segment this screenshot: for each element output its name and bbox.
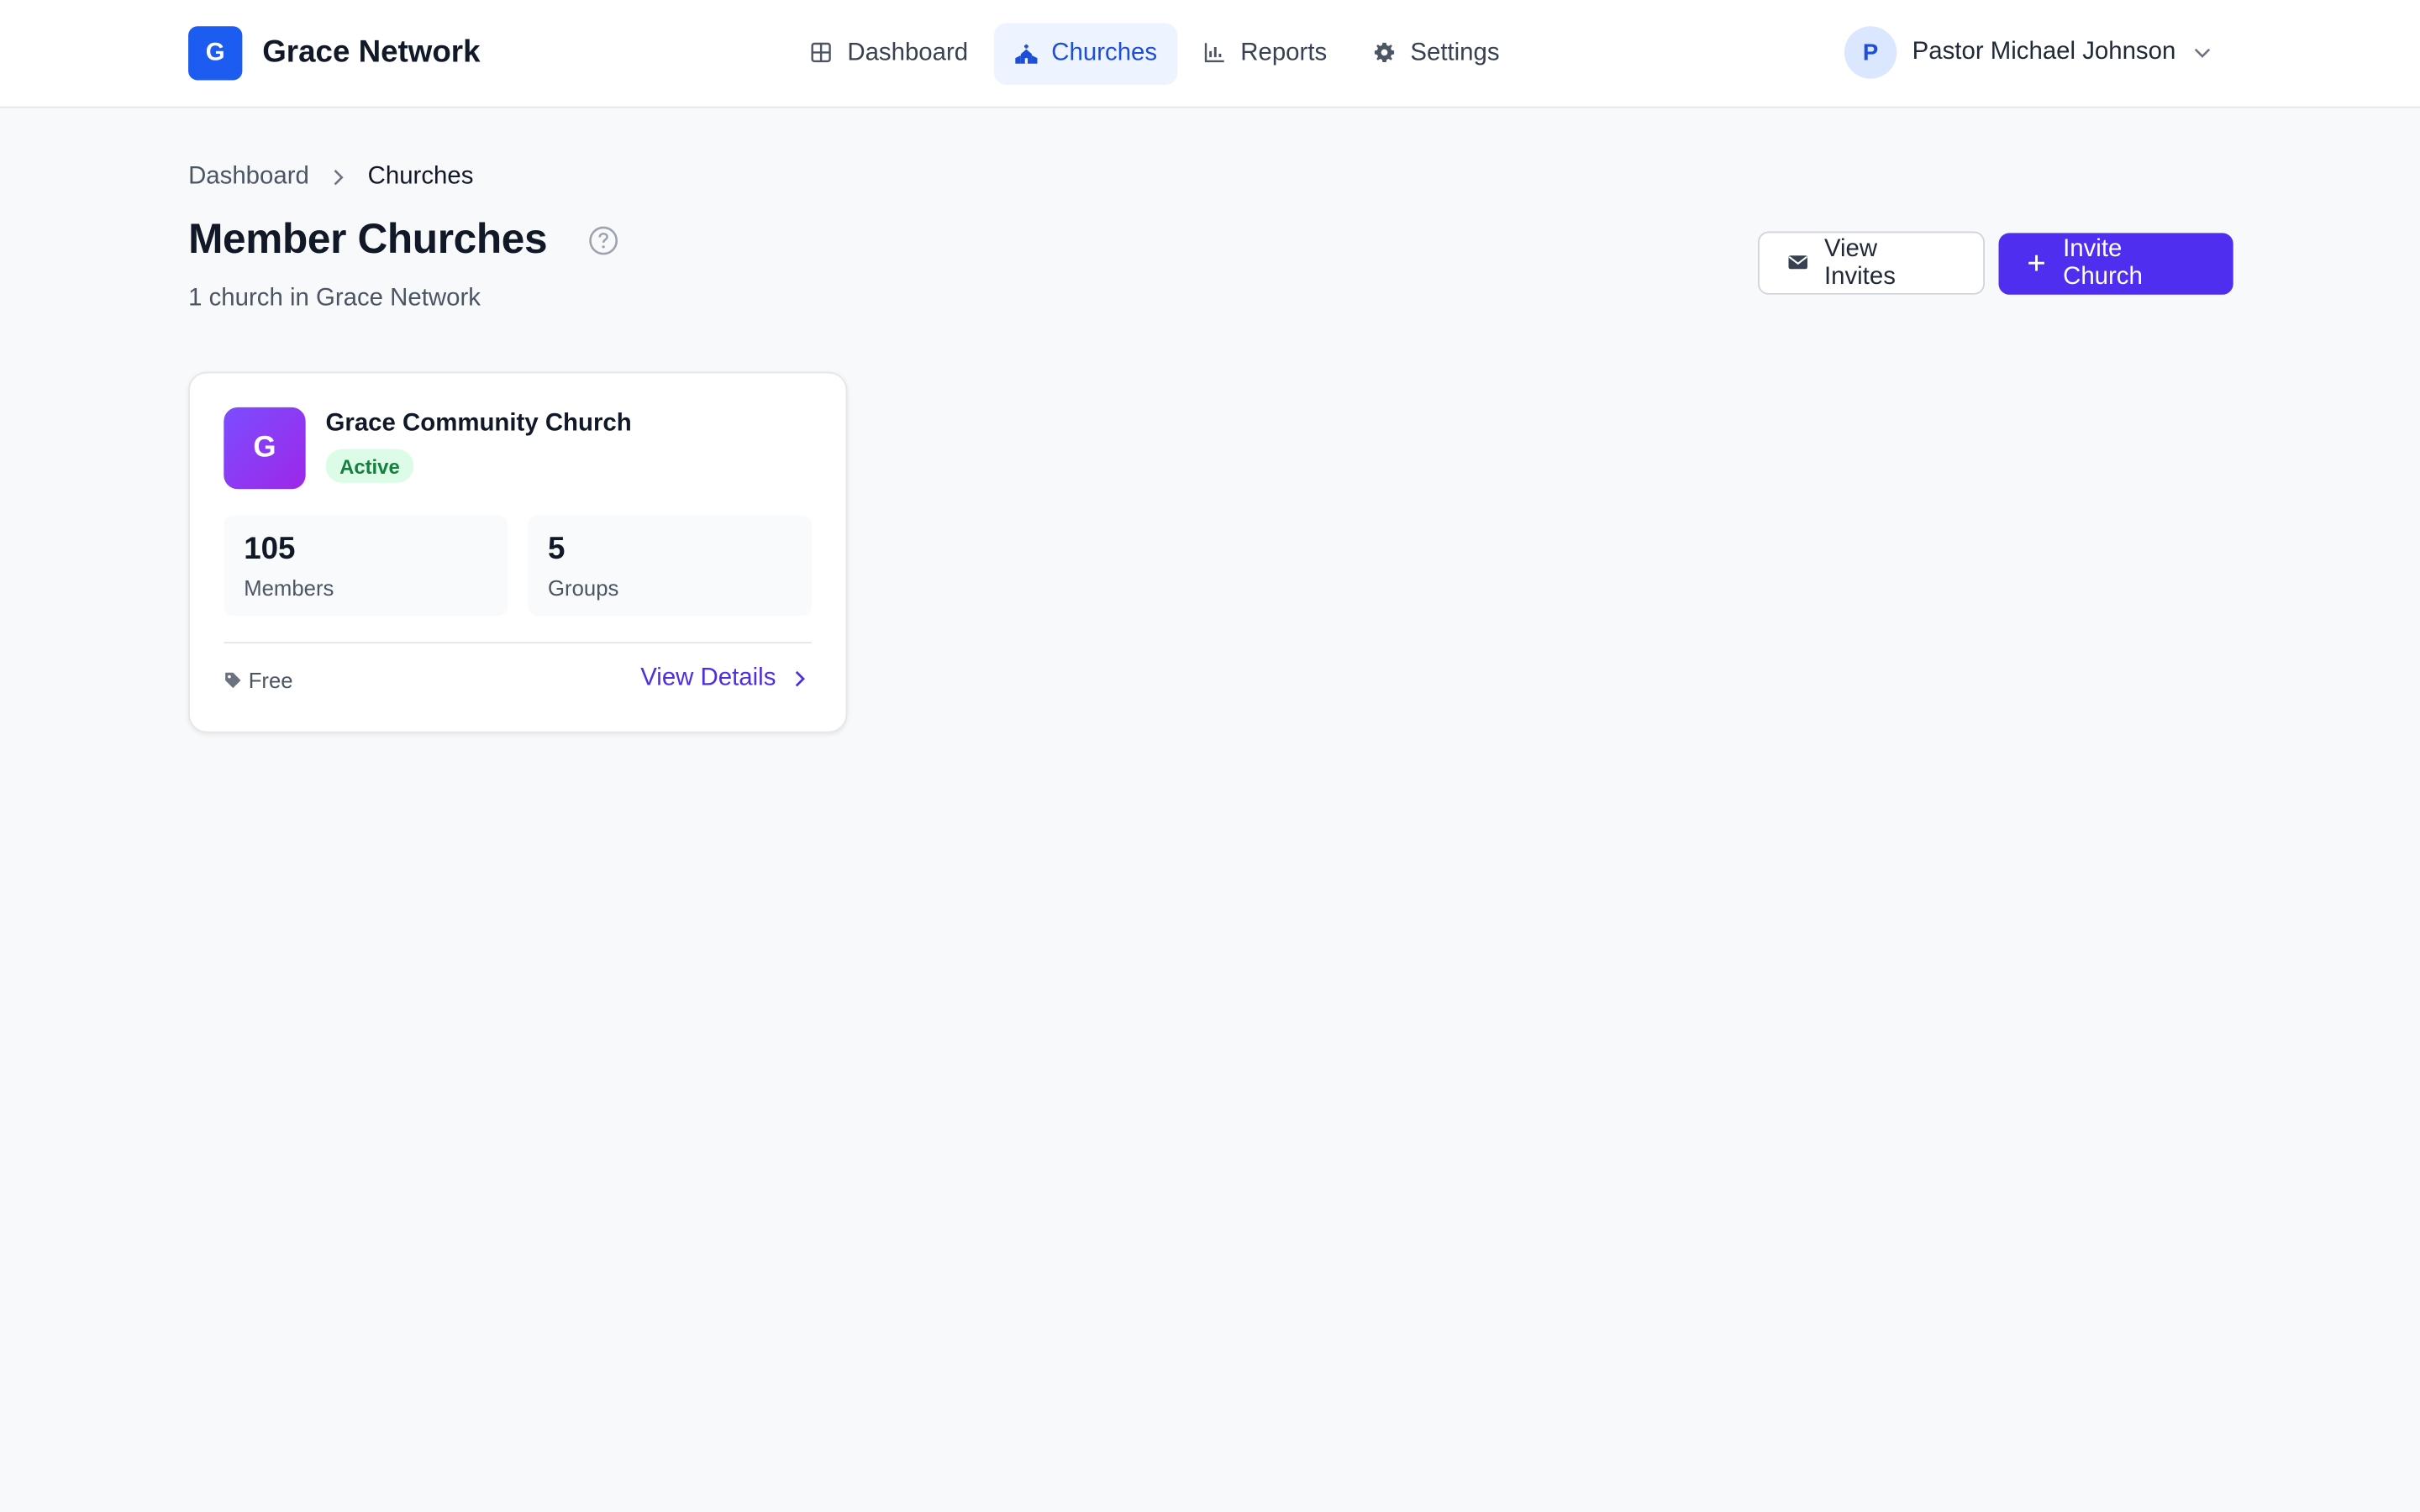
nav-item-label: Reports (1240, 39, 1328, 66)
church-logo: G (224, 407, 306, 490)
church-card[interactable]: G Grace Community Church Active 105 Memb… (188, 371, 848, 733)
brand-logo: G (188, 26, 243, 81)
page-title: Member Churches (188, 216, 548, 263)
nav-item-label: Churches (1051, 39, 1158, 66)
chevron-down-icon (2191, 42, 2213, 64)
chevron-right-icon (328, 166, 350, 188)
invite-church-button[interactable]: Invite Church (1998, 233, 2233, 295)
groups-stat: 5 Groups (528, 515, 813, 616)
members-label: Members (244, 575, 334, 601)
help-icon[interactable] (587, 224, 618, 255)
avatar: P (1844, 26, 1897, 79)
breadcrumb-current: Churches (367, 163, 474, 190)
view-invites-label: View Invites (1823, 235, 1896, 290)
gear-icon (1373, 42, 1397, 66)
page: G Grace Network Dashboard Churches Repor… (0, 0, 2420, 1512)
user-menu[interactable]: P Pastor Michael Johnson (1844, 26, 2213, 79)
breadcrumb-link-dashboard[interactable]: Dashboard (188, 164, 309, 192)
plus-icon (2027, 252, 2049, 276)
user-name: Pastor Michael Johnson (1912, 38, 2176, 66)
nav-item-reports[interactable]: Reports (1183, 24, 1347, 85)
chevron-right-icon (788, 668, 810, 690)
envelope-icon (1787, 251, 1811, 275)
view-details-link[interactable]: View Details (640, 665, 810, 693)
page-subtitle: 1 church in Grace Network (188, 285, 481, 312)
groups-count: 5 (548, 532, 566, 567)
view-details-label: View Details (640, 664, 776, 691)
church-name: Grace Community Church (325, 410, 632, 437)
grid-icon (810, 42, 834, 66)
brand[interactable]: G Grace Network (188, 26, 481, 81)
status-badge: Active (325, 449, 414, 483)
brand-name: Grace Network (262, 35, 481, 70)
tag-icon (224, 671, 242, 690)
invite-church-label: Invite Church (2063, 236, 2143, 291)
nav-item-settings[interactable]: Settings (1353, 24, 1519, 85)
breadcrumb: Dashboard Churches (188, 164, 473, 192)
nav-item-label: Settings (1410, 39, 1500, 66)
nav-item-label: Dashboard (847, 39, 969, 66)
title-row: Member Churches (188, 216, 618, 264)
plan-label: Free (248, 668, 293, 693)
main-nav: Dashboard Churches Reports Settings (790, 23, 1525, 86)
groups-label: Groups (548, 575, 619, 601)
top-navigation-bar: G Grace Network Dashboard Churches Repor… (0, 0, 2420, 108)
nav-item-dashboard[interactable]: Dashboard (790, 24, 988, 85)
bar-chart-icon (1203, 42, 1228, 66)
members-stat: 105 Members (224, 515, 508, 616)
card-divider (224, 642, 813, 643)
nav-item-churches[interactable]: Churches (994, 23, 1177, 86)
church-icon (1014, 42, 1039, 66)
plan-indicator: Free (224, 668, 293, 693)
members-count: 105 (244, 532, 296, 567)
header-actions: View Invites Invite Church (1758, 231, 2233, 295)
view-invites-button[interactable]: View Invites (1758, 231, 1985, 295)
